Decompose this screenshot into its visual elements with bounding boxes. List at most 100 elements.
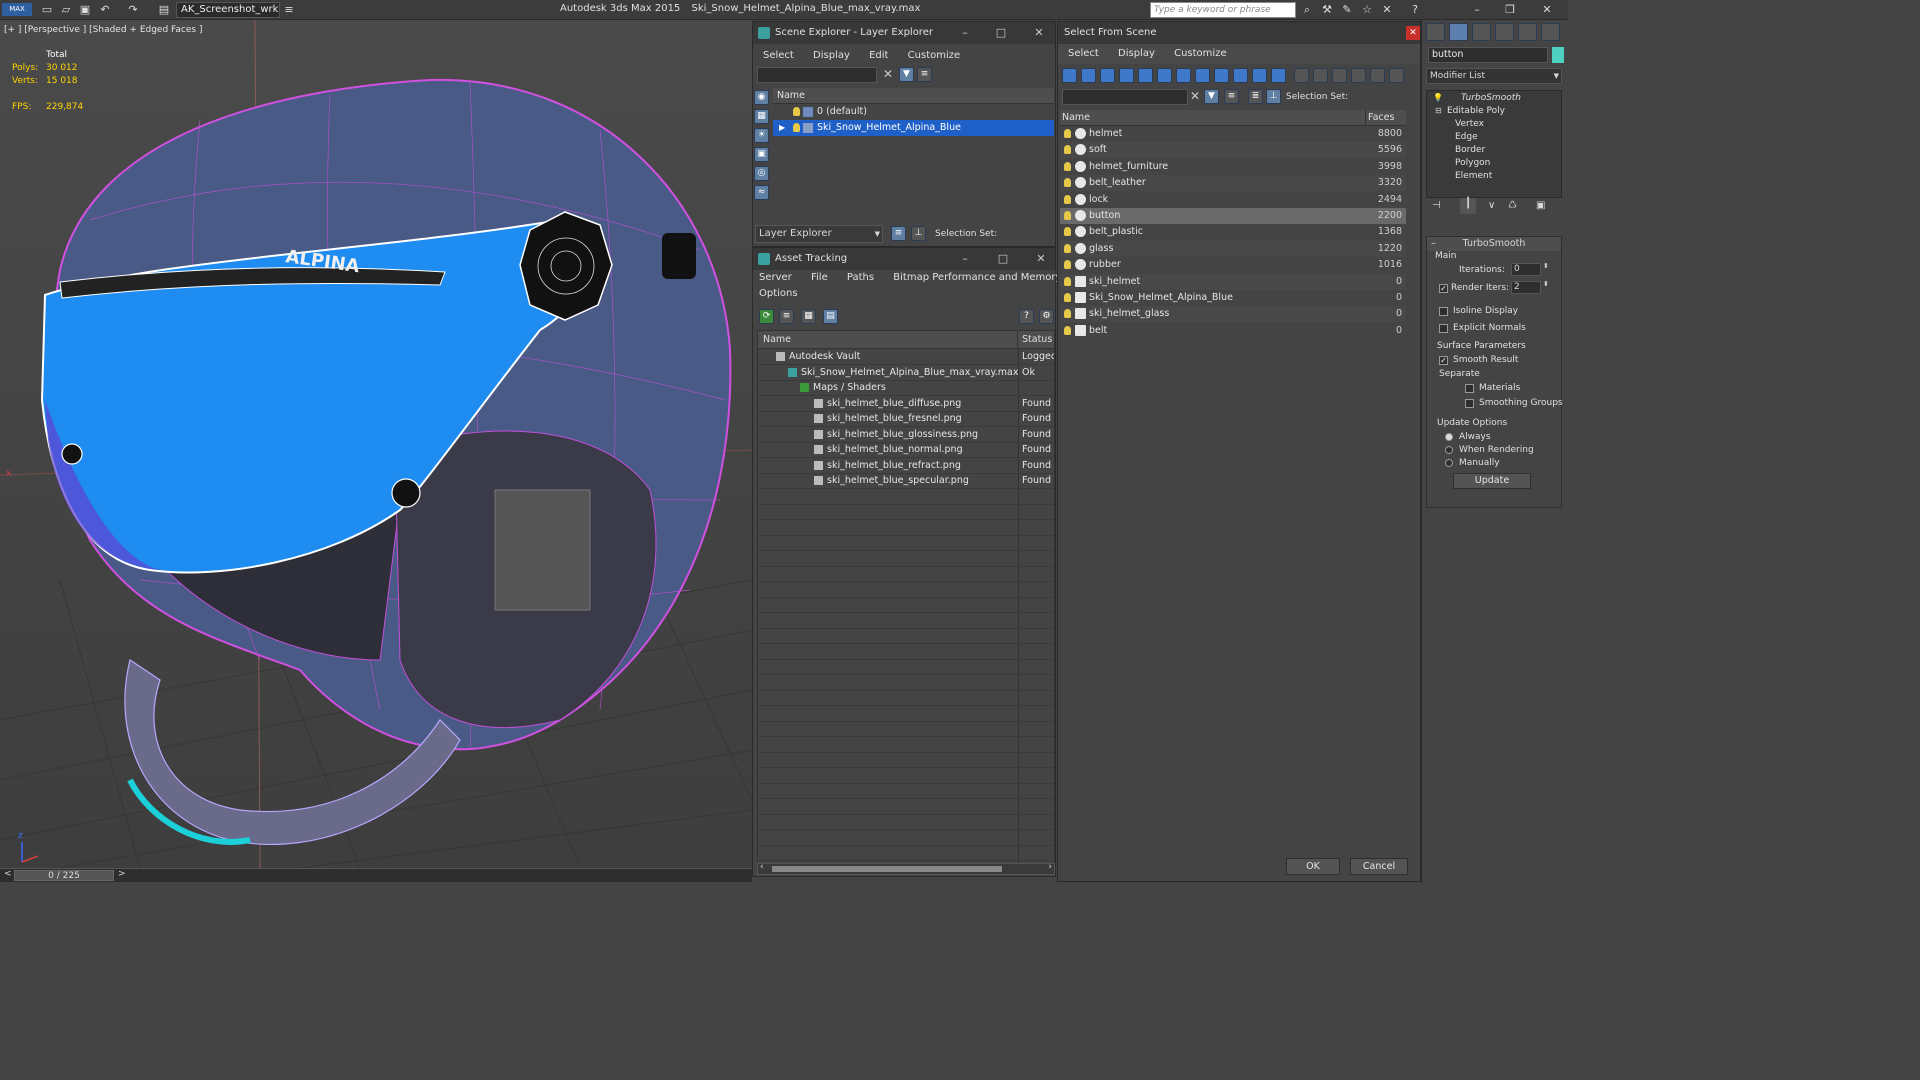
visibility-icon[interactable] xyxy=(1064,178,1071,188)
menu-server[interactable]: Server xyxy=(759,272,792,283)
close-icon[interactable]: ✕ xyxy=(1029,22,1049,44)
minimize-icon[interactable]: – xyxy=(955,248,975,270)
display-all-icon[interactable] xyxy=(1081,68,1096,83)
make-unique-icon[interactable]: ∨ xyxy=(1488,200,1495,211)
cameras-filter-icon[interactable] xyxy=(1157,68,1172,83)
close-icon[interactable]: ✕ xyxy=(1031,248,1051,270)
scene-explorer-title[interactable]: Scene Explorer - Layer Explorer – □ ✕ xyxy=(753,22,1055,44)
workspace-menu-icon[interactable]: ≡ xyxy=(282,3,296,16)
thumbnail-icon[interactable]: ▦ xyxy=(801,309,816,324)
asset-row[interactable]: Autodesk Vault Logged xyxy=(758,349,1054,365)
asset-row[interactable]: ski_helmet_blue_diffuse.png Found xyxy=(758,396,1054,412)
visibility-icon[interactable] xyxy=(1064,194,1071,204)
filter-icon[interactable]: ▼ xyxy=(899,67,914,82)
close-icon[interactable]: ✕ xyxy=(1406,26,1420,40)
stack-item-editable-poly[interactable]: Editable Poly xyxy=(1447,106,1505,116)
smoothing-groups-checkbox[interactable] xyxy=(1465,399,1474,408)
object-row[interactable]: soft 5596 xyxy=(1060,142,1406,159)
restore-icon[interactable]: ❐ xyxy=(1503,3,1517,16)
menu-options[interactable]: Options xyxy=(759,288,798,299)
display-lights-icon[interactable]: ☀ xyxy=(754,128,769,143)
visibility-icon[interactable] xyxy=(1064,145,1071,155)
stack-item-turbosmooth[interactable]: TurboSmooth xyxy=(1461,93,1521,103)
bones-filter-icon[interactable] xyxy=(1252,68,1267,83)
select-none-icon[interactable] xyxy=(1313,68,1328,83)
asset-row[interactable]: ski_helmet_blue_normal.png Found xyxy=(758,442,1054,458)
object-row[interactable]: belt_leather 3320 xyxy=(1060,175,1406,192)
create-tab-icon[interactable] xyxy=(1426,23,1445,41)
display-geometry-icon[interactable]: ▦ xyxy=(754,109,769,124)
asset-col-name[interactable]: Name xyxy=(758,331,1018,349)
close-x-icon[interactable]: ✕ xyxy=(1380,3,1394,16)
scroll-right-icon[interactable]: › xyxy=(1048,862,1052,872)
visibility-icon[interactable] xyxy=(1064,161,1071,171)
object-name-input[interactable]: button xyxy=(1428,47,1548,63)
layer-filter-icon[interactable]: ≡ xyxy=(917,67,932,82)
hierarchy-icon[interactable]: ⊥ xyxy=(911,226,926,241)
when-rendering-radio[interactable] xyxy=(1445,446,1453,454)
object-row[interactable]: lock 2494 xyxy=(1060,191,1406,208)
object-row[interactable]: rubber 1016 xyxy=(1060,257,1406,274)
object-row[interactable]: belt 0 xyxy=(1060,322,1406,339)
pin-stack-icon[interactable]: ⊣ xyxy=(1432,200,1441,211)
column-name[interactable]: Name xyxy=(1060,110,1366,126)
helpers-filter-icon[interactable] xyxy=(1176,68,1191,83)
menu-select[interactable]: Select xyxy=(763,50,794,61)
smooth-result-checkbox[interactable]: ✓ xyxy=(1439,356,1448,365)
asset-tracking-title[interactable]: Asset Tracking – □ ✕ xyxy=(753,248,1055,270)
select-all-icon[interactable] xyxy=(1294,68,1309,83)
select-from-scene-title[interactable]: Select From Scene ✕ xyxy=(1058,22,1420,44)
time-slider[interactable]: < 0 / 225 > xyxy=(0,868,752,882)
scroll-left-icon[interactable]: ‹ xyxy=(760,862,764,872)
frame-counter[interactable]: 0 / 225 xyxy=(14,870,114,881)
asset-col-status[interactable]: Status xyxy=(1018,331,1054,349)
new-icon[interactable]: ▭ xyxy=(40,3,54,16)
render-iters-checkbox[interactable]: ✓ xyxy=(1439,284,1448,293)
visibility-icon[interactable] xyxy=(1064,227,1071,237)
save-icon[interactable]: ▣ xyxy=(78,3,92,16)
display-none-icon[interactable] xyxy=(1062,68,1077,83)
object-color-swatch[interactable] xyxy=(1552,47,1564,63)
asset-row[interactable]: ski_helmet_blue_specular.png Found xyxy=(758,473,1054,489)
undo-icon[interactable]: ↶ xyxy=(98,3,112,16)
update-button[interactable]: Update xyxy=(1453,473,1531,489)
clear-search-icon[interactable]: ✕ xyxy=(883,67,893,81)
modify-tab-icon[interactable] xyxy=(1449,23,1468,41)
visibility-icon[interactable] xyxy=(1064,293,1071,302)
layer-row-default[interactable]: 0 (default) xyxy=(773,104,1054,120)
lights-filter-icon[interactable] xyxy=(1138,68,1153,83)
viewport-label[interactable]: [+ ] [Perspective ] [Shaded + Edged Face… xyxy=(4,25,202,35)
object-row[interactable]: ski_helmet_glass 0 xyxy=(1060,306,1406,323)
scene-explorer-header[interactable]: Name xyxy=(773,88,1054,104)
collapse-icon[interactable]: ⊟ xyxy=(1435,106,1442,115)
manually-radio[interactable] xyxy=(1445,459,1453,467)
remove-modifier-icon[interactable]: ♺ xyxy=(1508,200,1517,211)
scene-search-input[interactable] xyxy=(757,67,877,83)
utilities-tab-icon[interactable] xyxy=(1541,23,1560,41)
iterations-spinner[interactable]: 0 xyxy=(1511,263,1541,276)
display-cameras-icon[interactable]: ▣ xyxy=(754,147,769,162)
menu-bitmap-performance[interactable]: Bitmap Performance and Memory xyxy=(893,272,1061,283)
minimize-icon[interactable]: – xyxy=(955,22,975,44)
expand-arrow-icon[interactable]: ▶ xyxy=(779,120,785,136)
time-next-button[interactable]: > xyxy=(118,869,126,879)
modifier-list-dropdown[interactable]: Modifier List ▼ xyxy=(1426,68,1562,84)
materials-checkbox[interactable] xyxy=(1465,384,1474,393)
menu-select[interactable]: Select xyxy=(1068,48,1099,59)
object-row[interactable]: belt_plastic 1368 xyxy=(1060,224,1406,241)
sort-icon[interactable] xyxy=(1370,68,1385,83)
display-tab-icon[interactable] xyxy=(1518,23,1537,41)
stack-item-edge[interactable]: Edge xyxy=(1455,132,1478,142)
display-objects-icon[interactable]: ◉ xyxy=(754,90,769,105)
collapse-all-icon[interactable] xyxy=(1389,68,1404,83)
render-iters-spinner[interactable]: 2 xyxy=(1511,281,1541,294)
workspace-dropdown[interactable]: AK_Screenshot_wrksp xyxy=(176,2,280,18)
asset-row[interactable]: Maps / Shaders xyxy=(758,380,1054,396)
asset-row[interactable]: Ski_Snow_Helmet_Alpina_Blue_max_vray.max… xyxy=(758,365,1054,381)
show-end-result-icon[interactable]: ┃ xyxy=(1460,198,1476,214)
redo-icon[interactable]: ↷ xyxy=(126,3,140,16)
refresh-icon[interactable]: ⟳ xyxy=(759,309,774,324)
asset-row[interactable]: ski_helmet_blue_refract.png Found xyxy=(758,458,1054,474)
app-logo[interactable]: MAX xyxy=(2,3,32,16)
object-row[interactable]: ski_helmet 0 xyxy=(1060,273,1406,290)
